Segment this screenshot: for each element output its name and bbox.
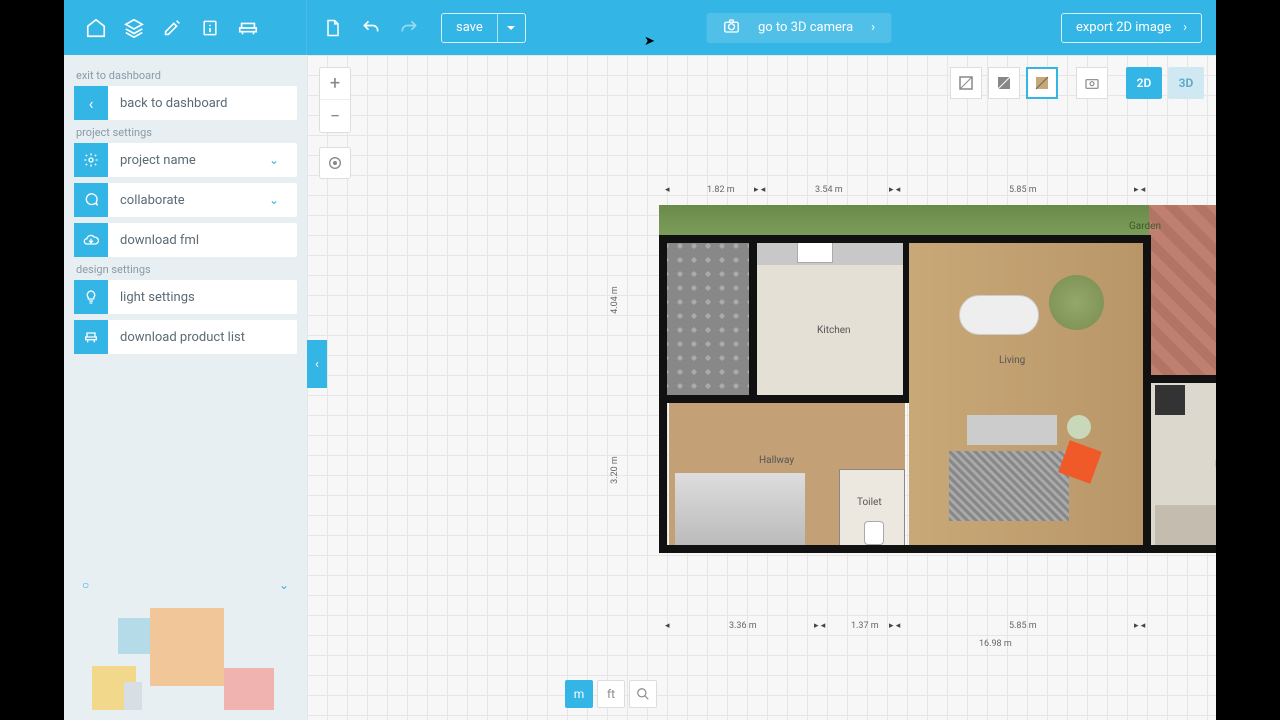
info-icon[interactable] bbox=[198, 16, 222, 40]
view-mode-wireframe[interactable] bbox=[950, 67, 982, 99]
dim-left-1: 3.20 m bbox=[610, 456, 620, 484]
toilet-label: Toilet bbox=[857, 497, 882, 508]
back-icon: ‹ bbox=[74, 86, 108, 120]
floor-plan[interactable]: 1.82 m 3.54 m 5.85 m 4.48 m ◂ ▸ ◂ ▸ ◂ ▸ … bbox=[659, 205, 1216, 611]
dim-top-0: 1.82 m bbox=[707, 185, 735, 195]
collaborate-row[interactable]: collaborate ⌄ bbox=[74, 183, 297, 217]
rug bbox=[949, 451, 1069, 521]
chevron-down-icon: ⌄ bbox=[279, 578, 289, 596]
layers-icon[interactable] bbox=[122, 16, 146, 40]
recenter-button[interactable] bbox=[319, 147, 351, 179]
collapse-sidebar-button[interactable]: ‹ bbox=[307, 340, 327, 388]
zoom-out-button[interactable]: − bbox=[320, 100, 350, 132]
sofa bbox=[967, 415, 1057, 445]
living-label: Living bbox=[999, 355, 1025, 366]
dim-top-1: 3.54 m bbox=[815, 185, 843, 195]
toilet-fixture bbox=[864, 521, 884, 545]
dim-top-2: 5.85 m bbox=[1009, 185, 1037, 195]
back-label: back to dashboard bbox=[108, 96, 297, 111]
product-list-label: download product list bbox=[108, 330, 297, 345]
round-table bbox=[1067, 415, 1091, 439]
stairs bbox=[675, 473, 805, 545]
export-2d-button[interactable]: export 2D image › bbox=[1061, 13, 1202, 43]
download-fml-label: download fml bbox=[108, 233, 297, 248]
dim-bot-2: 5.85 m bbox=[1009, 621, 1037, 631]
undo-icon[interactable] bbox=[359, 16, 383, 40]
view-3d-button[interactable]: 3D bbox=[1168, 67, 1204, 99]
unit-meters-button[interactable]: m bbox=[565, 680, 593, 708]
dining-table bbox=[959, 295, 1039, 335]
tv bbox=[1155, 385, 1185, 415]
hallway-label: Hallway bbox=[759, 455, 794, 466]
floor-thumbnail[interactable]: ○ ⌄ bbox=[74, 570, 297, 710]
goto-3d-label: go to 3D camera bbox=[758, 20, 853, 35]
chat-icon bbox=[74, 183, 108, 217]
view-2d-button[interactable]: 2D bbox=[1126, 67, 1162, 99]
light-settings-row[interactable]: light settings bbox=[74, 280, 297, 314]
chevron-down-icon: ⌄ bbox=[269, 193, 297, 207]
save-button[interactable]: save bbox=[442, 14, 497, 42]
screenshot-button[interactable] bbox=[1076, 67, 1108, 99]
product-list-row[interactable]: download product list bbox=[74, 320, 297, 354]
download-fml-row[interactable]: download fml bbox=[74, 223, 297, 257]
chair-icon bbox=[74, 320, 108, 354]
view-mode-2[interactable] bbox=[988, 67, 1020, 99]
dim-bot-0: 3.36 m bbox=[729, 621, 757, 631]
dim-bot-1: 1.37 m bbox=[851, 621, 879, 631]
chevron-right-icon: › bbox=[871, 20, 875, 35]
chevron-right-icon: › bbox=[1183, 20, 1187, 35]
light-icon bbox=[74, 280, 108, 314]
new-file-icon[interactable] bbox=[321, 16, 345, 40]
dim-left-0: 4.04 m bbox=[610, 286, 620, 314]
collaborate-label: collaborate bbox=[108, 193, 269, 208]
thumbnail-canvas bbox=[82, 600, 289, 710]
project-icon[interactable] bbox=[84, 16, 108, 40]
camera-icon bbox=[722, 17, 740, 39]
exit-group-label: exit to dashboard bbox=[76, 69, 297, 82]
build-icon[interactable] bbox=[160, 16, 184, 40]
zoom-in-button[interactable]: + bbox=[320, 68, 350, 100]
light-label: light settings bbox=[108, 290, 297, 305]
project-name-row[interactable]: project name ⌄ bbox=[74, 143, 297, 177]
search-icon[interactable] bbox=[629, 680, 657, 708]
dim-total: 16.98 m bbox=[979, 639, 1012, 649]
design-group-label: design settings bbox=[76, 263, 297, 276]
gear-icon bbox=[74, 143, 108, 177]
cloud-download-icon bbox=[74, 223, 108, 257]
goto-3d-camera-button[interactable]: go to 3D camera › bbox=[706, 13, 891, 43]
project-group-label: project settings bbox=[76, 126, 297, 139]
furniture-icon[interactable] bbox=[236, 16, 260, 40]
stone-room bbox=[659, 239, 749, 399]
chevron-down-icon: ⌄ bbox=[269, 153, 297, 167]
back-to-dashboard-button[interactable]: ‹ back to dashboard bbox=[74, 86, 297, 120]
save-dropdown[interactable] bbox=[497, 14, 525, 42]
garden-label: Garden bbox=[1129, 221, 1161, 232]
view-mode-textured[interactable] bbox=[1026, 67, 1058, 99]
bedroom-label: Bedroom bbox=[1215, 459, 1216, 470]
export-label: export 2D image bbox=[1076, 20, 1171, 35]
floor-indicator-icon: ○ bbox=[82, 578, 89, 596]
kitchen-label: Kitchen bbox=[817, 325, 851, 336]
unit-feet-button[interactable]: ft bbox=[597, 680, 625, 708]
project-name-label: project name bbox=[108, 153, 269, 168]
wardrobe bbox=[1155, 505, 1216, 545]
plant-icon bbox=[1049, 275, 1104, 330]
redo-icon[interactable] bbox=[397, 16, 421, 40]
stove bbox=[797, 241, 833, 263]
